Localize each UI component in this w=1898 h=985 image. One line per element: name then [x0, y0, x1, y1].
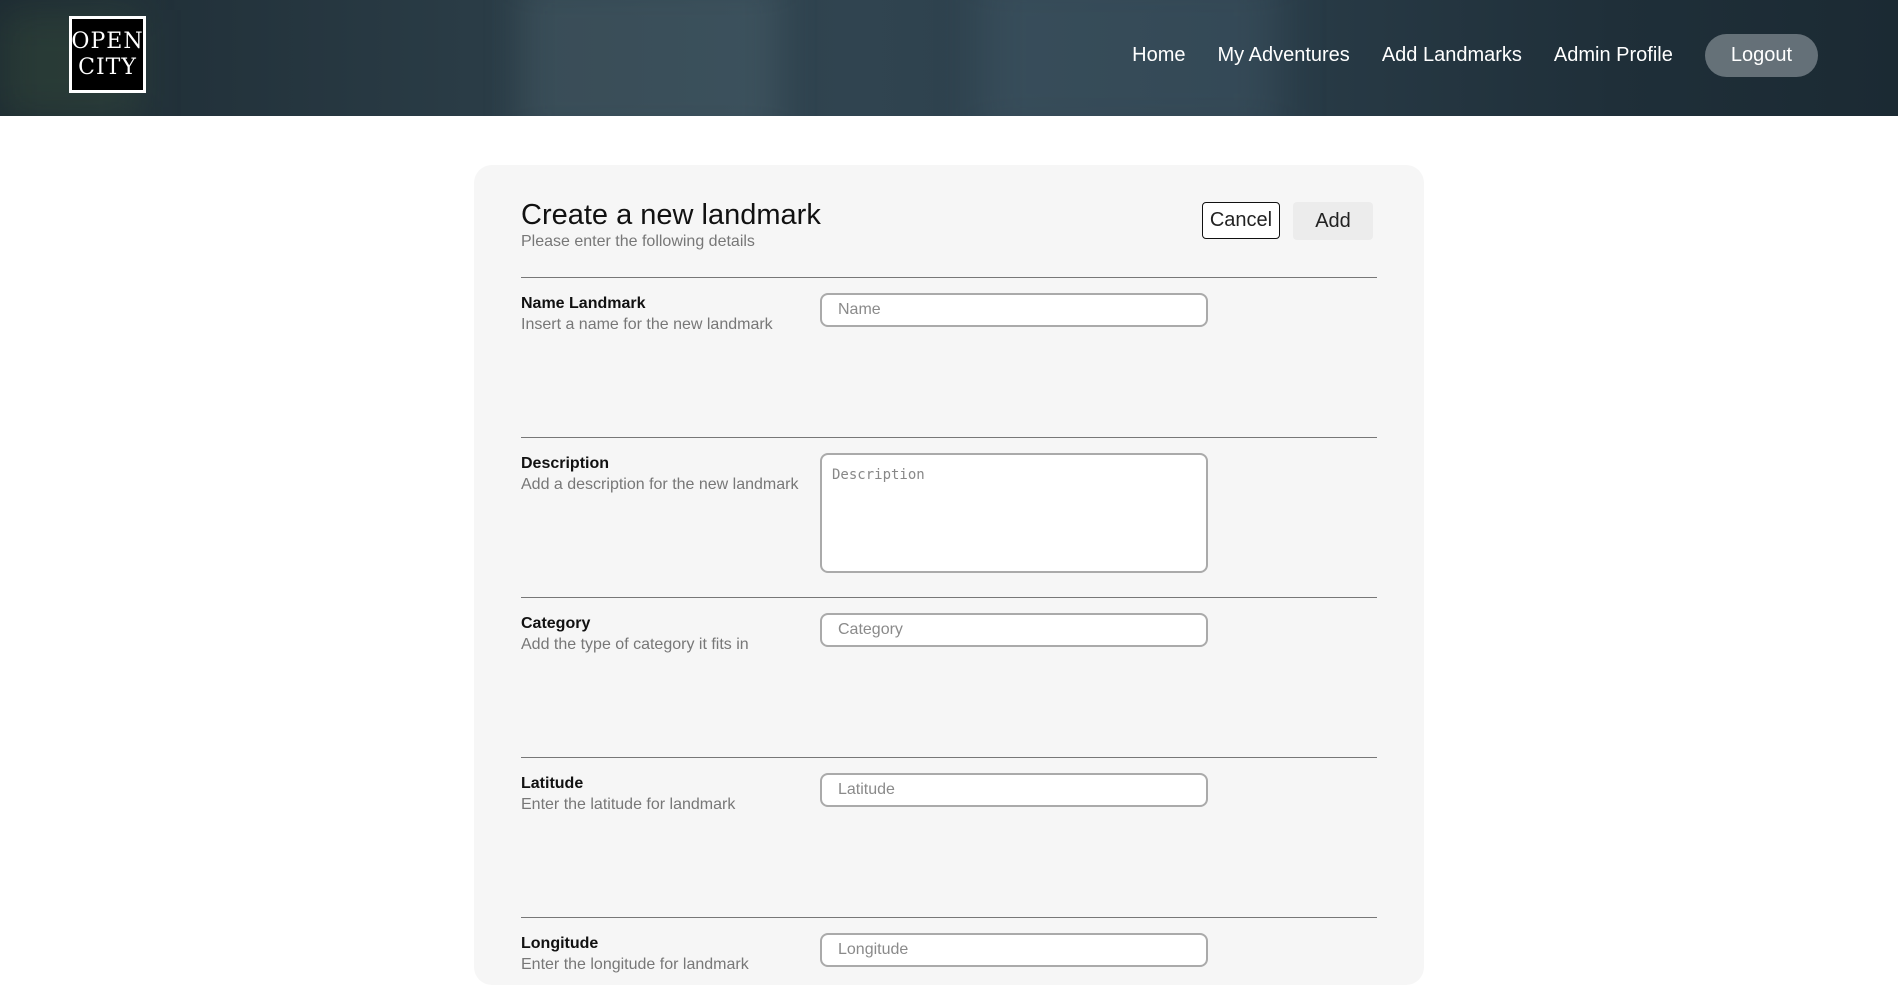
- nav-link-home[interactable]: Home: [1132, 44, 1185, 67]
- nav-link-my-adventures[interactable]: My Adventures: [1218, 44, 1350, 67]
- section-divider: [521, 437, 1377, 438]
- form-title: Create a new landmark: [521, 199, 821, 231]
- header-background-decor: [520, 0, 780, 116]
- latitude-input[interactable]: [820, 773, 1208, 807]
- add-button[interactable]: Add: [1293, 202, 1373, 240]
- name-input[interactable]: [820, 293, 1208, 327]
- site-header: OPEN CITY Home My Adventures Add Landmar…: [0, 0, 1898, 116]
- category-hint: Add the type of category it fits in: [521, 636, 749, 653]
- latitude-hint: Enter the latitude for landmark: [521, 796, 736, 813]
- description-hint: Add a description for the new landmark: [521, 476, 799, 493]
- logo-line-1: OPEN: [71, 28, 144, 54]
- section-divider: [521, 757, 1377, 758]
- description-label: Description: [521, 455, 610, 472]
- section-divider: [521, 917, 1377, 918]
- logout-button[interactable]: Logout: [1704, 34, 1818, 77]
- logo-line-2: CITY: [78, 54, 137, 80]
- name-landmark-label: Name Landmark: [521, 295, 646, 312]
- main-nav: Home My Adventures Add Landmarks Admin P…: [1132, 34, 1818, 77]
- latitude-label: Latitude: [521, 775, 584, 792]
- description-textarea[interactable]: [820, 453, 1208, 573]
- create-landmark-form: Create a new landmark Please enter the f…: [474, 165, 1424, 985]
- longitude-hint: Enter the longitude for landmark: [521, 956, 749, 973]
- nav-link-admin-profile[interactable]: Admin Profile: [1554, 44, 1673, 67]
- longitude-label: Longitude: [521, 935, 599, 952]
- section-divider: [521, 597, 1377, 598]
- open-city-logo[interactable]: OPEN CITY: [69, 16, 146, 93]
- longitude-input[interactable]: [820, 933, 1208, 967]
- category-input[interactable]: [820, 613, 1208, 647]
- cancel-button[interactable]: Cancel: [1202, 202, 1280, 239]
- section-divider: [521, 277, 1377, 278]
- name-landmark-hint: Insert a name for the new landmark: [521, 316, 773, 333]
- nav-link-add-landmarks[interactable]: Add Landmarks: [1382, 44, 1522, 67]
- category-label: Category: [521, 615, 591, 632]
- form-subtitle: Please enter the following details: [521, 233, 755, 250]
